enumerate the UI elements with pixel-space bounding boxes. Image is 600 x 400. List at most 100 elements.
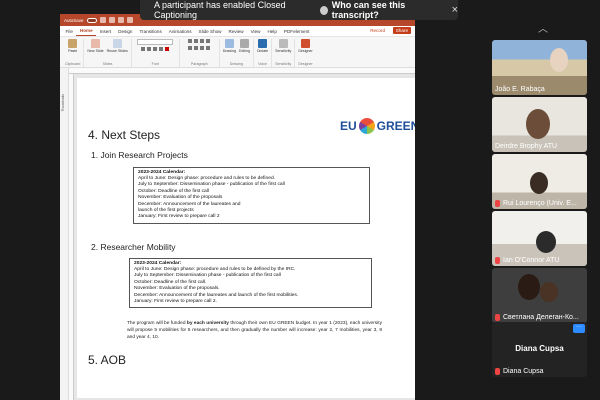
calendar-box-mobility: 2023-2024 Calendar: April to June: Desig…: [129, 258, 372, 309]
tab-help[interactable]: Help: [264, 29, 280, 36]
more-options-button[interactable]: ···: [573, 324, 585, 333]
participant-name-text: Deirdre Brophy ATU: [495, 143, 558, 150]
drawing-group-label: Drawing: [229, 62, 243, 66]
participant-tile[interactable]: Rui Lourenço (Univ. E...: [492, 154, 587, 209]
tab-slide-show[interactable]: Slide Show: [195, 29, 225, 36]
present-icon[interactable]: [126, 17, 133, 23]
dictate-button[interactable]: Dictate: [257, 39, 268, 53]
save-icon[interactable]: [99, 17, 106, 23]
section-researcher-mobility: 2. Researcher Mobility: [91, 242, 176, 252]
tab-view[interactable]: View: [247, 29, 264, 36]
bullets-icon[interactable]: [188, 39, 193, 43]
new-slide-label: New Slide: [87, 49, 104, 53]
tab-transitions[interactable]: Transitions: [136, 29, 165, 36]
undo-icon[interactable]: [108, 17, 115, 23]
funding-paragraph: The program will be funded by each unive…: [127, 320, 382, 341]
microphone-muted-icon: [495, 257, 500, 264]
designer-button[interactable]: Designer: [298, 39, 313, 53]
participant-name: João E. Rabaça: [495, 86, 545, 93]
redo-icon[interactable]: [117, 17, 124, 23]
align-center-icon[interactable]: [194, 46, 199, 50]
slides-group-label: Slides: [102, 62, 113, 66]
participant-name-text: Ian O'Connor ATU: [503, 257, 560, 264]
clipboard-group: Paste Clipboard: [62, 39, 85, 67]
paragraph-group: Paragraph: [180, 39, 220, 67]
designer-icon: [301, 39, 311, 48]
sensitivity-group-label: Sensitivity: [275, 62, 292, 66]
section-join-research-projects: 1. Join Research Projects: [91, 150, 188, 160]
logo-tagline: [340, 133, 415, 139]
thumbnails-label: Thumbnails: [61, 94, 65, 112]
microphone-muted-icon: [495, 314, 500, 321]
powerpoint-window: AutoSave File Home Insert Design Transit…: [60, 14, 415, 400]
participant-tile[interactable]: ··· Diana Cupsa Diana Cupsa: [492, 322, 587, 377]
tab-file[interactable]: File: [62, 29, 76, 36]
horizontal-ruler: [69, 68, 415, 74]
participant-tile[interactable]: Светлана Делеган-Ко...: [492, 268, 587, 323]
align-left-icon[interactable]: [188, 46, 193, 50]
editing-label: Editing: [238, 49, 250, 53]
share-button[interactable]: Share: [392, 27, 411, 34]
calendar-title: 2023-2024 Calendar:: [134, 261, 182, 266]
participant-name: Rui Lourenço (Univ. E...: [495, 200, 577, 207]
record-button[interactable]: Record: [370, 28, 385, 33]
strikethrough-icon[interactable]: [159, 47, 164, 51]
tab-insert[interactable]: Insert: [96, 29, 115, 36]
reuse-slides-label: Reuse Slides: [106, 49, 128, 53]
editing-button[interactable]: Editing: [239, 39, 250, 53]
underline-icon[interactable]: [153, 47, 158, 51]
search-icon: [239, 39, 249, 48]
thumbnails-pane[interactable]: Thumbnails: [60, 68, 69, 400]
tab-pdfelement[interactable]: PDFelement: [280, 29, 313, 36]
dictate-label: Dictate: [256, 49, 269, 53]
italic-icon[interactable]: [147, 47, 152, 51]
outdent-icon[interactable]: [206, 39, 211, 43]
indent-icon[interactable]: [200, 39, 205, 43]
drawing-button[interactable]: Drawing: [223, 39, 236, 53]
new-slide-button[interactable]: New Slide: [87, 39, 104, 53]
justify-icon[interactable]: [206, 46, 211, 50]
person-icon: [319, 5, 328, 15]
paste-button[interactable]: Paste: [68, 39, 77, 53]
bold-icon[interactable]: [141, 47, 146, 51]
caption-message: A participant has enabled Closed Caption…: [154, 0, 286, 20]
paste-label: Paste: [68, 49, 78, 53]
paragraph-group-label: Paragraph: [190, 62, 208, 66]
tab-design[interactable]: Design: [115, 29, 136, 36]
autosave-label: AutoSave: [64, 17, 84, 23]
tab-review[interactable]: Review: [225, 29, 247, 36]
font-group: Font: [132, 39, 180, 67]
participant-tile[interactable]: Deirdre Brophy ATU: [492, 97, 587, 152]
paste-icon: [68, 39, 78, 48]
autosave-toggle[interactable]: [86, 17, 97, 23]
participant-display-name: Diana Cupsa: [515, 344, 564, 353]
participant-tile[interactable]: Ian O'Connor ATU: [492, 211, 587, 266]
transcript-visibility-link[interactable]: Who can see this transcript?: [319, 0, 440, 20]
font-name-select[interactable]: [137, 39, 174, 45]
tab-animations[interactable]: Animations: [165, 29, 195, 36]
align-right-icon[interactable]: [200, 46, 205, 50]
clipboard-group-label: Clipboard: [65, 62, 81, 66]
sensitivity-label: Sensitivity: [275, 49, 292, 53]
slide-canvas[interactable]: 4. Next Steps EU GREEN 1. Join Research …: [77, 78, 415, 398]
participant-name: Ian O'Connor ATU: [495, 257, 559, 264]
calendar-line: January: First review to prepare call 2.: [134, 299, 217, 305]
font-color-icon[interactable]: [165, 47, 170, 51]
logo-eu-text: EU: [340, 119, 357, 133]
chevron-up-icon[interactable]: ︿: [538, 20, 548, 35]
participant-photo: [540, 282, 558, 302]
close-icon[interactable]: ×: [452, 4, 458, 16]
vertical-ruler: [69, 74, 74, 400]
participant-name-text: Diana Cupsa: [503, 368, 544, 375]
participant-tile[interactable]: João E. Rabaça: [492, 40, 587, 95]
font-format-row: [141, 47, 170, 51]
voice-group: Dictate Voice: [254, 39, 273, 67]
flower-logo-icon: [358, 118, 375, 134]
sensitivity-button[interactable]: Sensitivity: [275, 39, 291, 53]
numbering-icon[interactable]: [194, 39, 199, 43]
drawing-group: Drawing Editing Drawing: [220, 39, 254, 67]
microphone-muted-icon: [495, 368, 500, 375]
funding-text-bold: by each university: [186, 321, 229, 326]
tab-home[interactable]: Home: [76, 28, 97, 36]
reuse-slides-button[interactable]: Reuse Slides: [107, 39, 128, 53]
